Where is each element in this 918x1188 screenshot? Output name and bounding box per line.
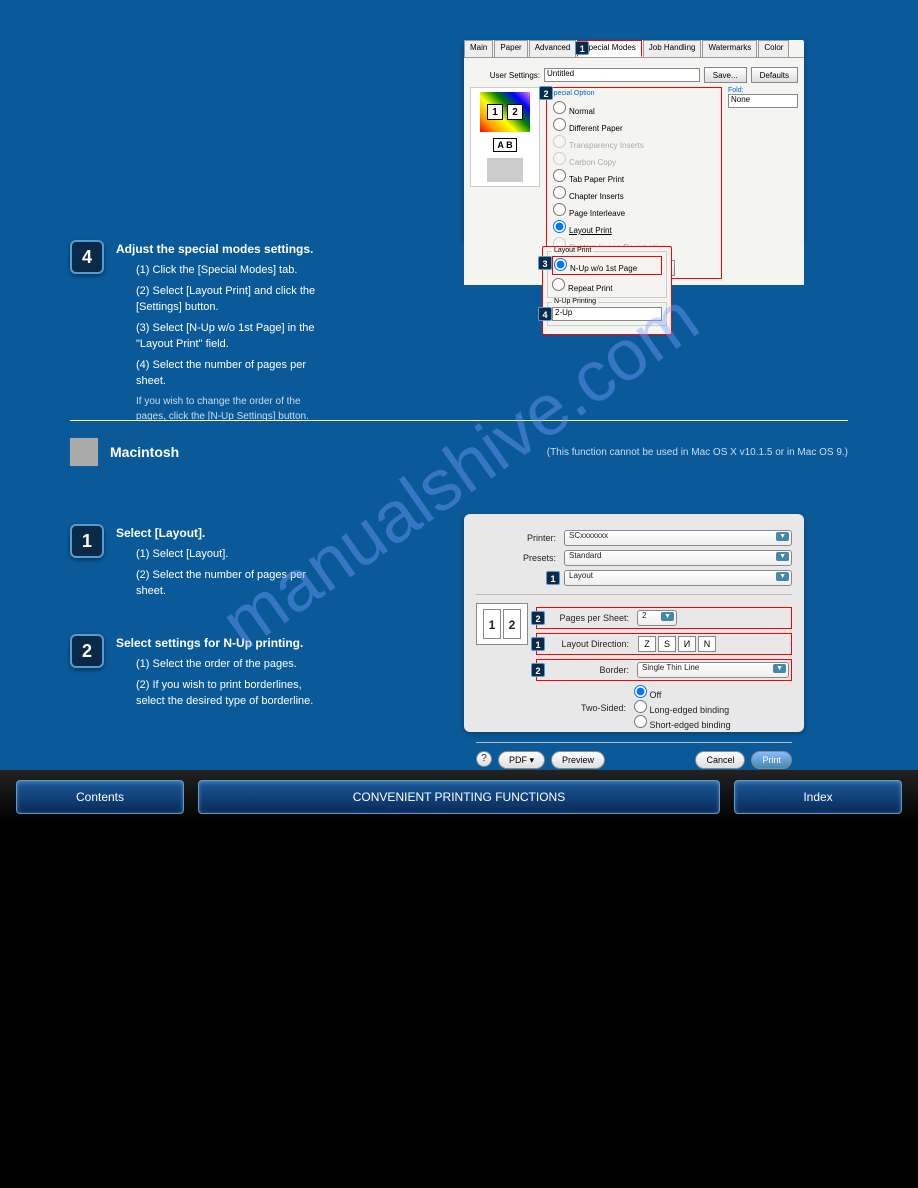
win-tab-paper[interactable]: Paper bbox=[494, 40, 527, 57]
mac-step1-sub1: (1) Select [Layout]. bbox=[136, 546, 330, 563]
mac-dir-3[interactable]: И bbox=[678, 636, 696, 652]
step4-hint: If you wish to change the order of the p… bbox=[136, 394, 330, 424]
radio-carbon: Carbon Copy bbox=[553, 152, 715, 167]
mac-dir-4[interactable]: N bbox=[698, 636, 716, 652]
win-tab-job[interactable]: Job Handling bbox=[643, 40, 702, 57]
mac-dir-2[interactable]: S bbox=[658, 636, 676, 652]
step-badge-1: 1 bbox=[70, 524, 104, 558]
mac-preview-icon: 1 2 bbox=[476, 603, 528, 645]
mac-border-select[interactable]: Single Thin Line bbox=[637, 662, 789, 678]
radio-chapter[interactable]: Chapter Inserts bbox=[553, 186, 715, 201]
mac-print-button[interactable]: Print bbox=[751, 751, 792, 769]
mac-pdf-button[interactable]: PDF ▾ bbox=[498, 751, 545, 769]
fold-select[interactable]: None bbox=[728, 94, 798, 108]
radio-transparency: Transparency Inserts bbox=[553, 135, 715, 150]
mac-section-icon bbox=[70, 438, 98, 466]
user-settings-label: User Settings: bbox=[470, 71, 540, 80]
preview-12-icon: 1 2 bbox=[480, 92, 530, 132]
mac-printer-label: Printer: bbox=[476, 533, 556, 543]
radio-tab[interactable]: Tab Paper Print bbox=[553, 169, 715, 184]
mac-step2-sub2: (2) If you wish to print borderlines, se… bbox=[136, 677, 330, 710]
mac-radio-off[interactable]: Off bbox=[634, 690, 661, 700]
mac-step1-sub2: (2) Select the number of pages per sheet… bbox=[136, 567, 330, 600]
radio-layout[interactable]: Layout Print bbox=[553, 220, 715, 235]
mac-border-label: Border: bbox=[539, 665, 629, 675]
defaults-button[interactable]: Defaults bbox=[751, 67, 798, 83]
radio-repeat[interactable]: Repeat Print bbox=[552, 278, 662, 293]
mac-step2-sub1: (1) Select the order of the pages. bbox=[136, 656, 330, 673]
mac-heading: Macintosh bbox=[110, 444, 179, 460]
radio-nup-wo-1st[interactable]: N-Up w/o 1st Page bbox=[552, 256, 662, 275]
mac-preview-button[interactable]: Preview bbox=[551, 751, 605, 769]
mac-dialog-screenshot: Printer: SCxxxxxxx Presets: Standard 1 L… bbox=[464, 514, 804, 732]
mac-cancel-button[interactable]: Cancel bbox=[695, 751, 745, 769]
nup-select[interactable]: 2-Up bbox=[552, 307, 662, 321]
mac-printer-select[interactable]: SCxxxxxxx bbox=[564, 530, 792, 546]
mac-twosided-label: Two-Sided: bbox=[536, 703, 626, 713]
mac-dir-1[interactable]: Z bbox=[638, 636, 656, 652]
mac-radio-long[interactable]: Long-edged binding bbox=[634, 705, 729, 715]
step4-sub1: (1) Click the [Special Modes] tab. bbox=[136, 262, 330, 279]
mac-pages-label: Pages per Sheet: bbox=[539, 613, 629, 623]
win-tab-wm[interactable]: Watermarks bbox=[702, 40, 757, 57]
step4-sub3: (3) Select [N-Up w/o 1st Page] in the "L… bbox=[136, 320, 330, 353]
footer: Contents CONVENIENT PRINTING FUNCTIONS I… bbox=[0, 770, 918, 824]
step-badge-4: 4 bbox=[70, 240, 104, 274]
mac-step1-title: Select [Layout]. bbox=[116, 524, 330, 542]
win-preview-panel: 1 2 A B bbox=[470, 87, 540, 187]
preview-ab-label: A B bbox=[493, 138, 516, 152]
section-divider bbox=[70, 420, 848, 421]
step4-sub4: (4) Select the number of pages per sheet… bbox=[136, 357, 330, 390]
radio-interleave[interactable]: Page Interleave bbox=[553, 203, 715, 218]
step-badge-2: 2 bbox=[70, 634, 104, 668]
step4-sub2: (2) Select [Layout Print] and click the … bbox=[136, 283, 330, 316]
mac-presets-label: Presets: bbox=[476, 553, 556, 563]
mac-note: (This function cannot be used in Mac OS … bbox=[547, 447, 848, 458]
footer-contents-button[interactable]: Contents bbox=[16, 780, 184, 814]
mac-step2-title: Select settings for N-Up printing. bbox=[116, 634, 330, 652]
footer-middle-button[interactable]: CONVENIENT PRINTING FUNCTIONS bbox=[198, 780, 720, 814]
fold-legend: Fold: bbox=[728, 87, 798, 94]
mac-section-select[interactable]: Layout bbox=[564, 570, 792, 586]
radio-normal[interactable]: Normal bbox=[553, 101, 715, 116]
layout-print-legend: Layout Print bbox=[552, 247, 593, 254]
special-option-legend: Special Option bbox=[549, 90, 719, 97]
mac-direction-label: Layout Direction: bbox=[539, 639, 629, 649]
mac-radio-short[interactable]: Short-edged binding bbox=[634, 720, 731, 730]
user-settings-select[interactable]: Untitled bbox=[544, 68, 700, 82]
win-tabs: Main Paper Advanced 1 Special Modes Job … bbox=[464, 40, 804, 58]
footer-index-button[interactable]: Index bbox=[734, 780, 902, 814]
mac-help-button[interactable]: ? bbox=[476, 751, 492, 767]
mac-pages-select[interactable]: 2 bbox=[637, 610, 677, 626]
win-tab-adv[interactable]: Advanced bbox=[529, 40, 577, 57]
radio-different[interactable]: Different Paper bbox=[553, 118, 715, 133]
layout-print-popup: 3 Layout Print N-Up w/o 1st Page Repeat … bbox=[542, 246, 672, 335]
printer-icon bbox=[487, 158, 523, 182]
win-tab-color[interactable]: Color bbox=[758, 40, 789, 57]
step4-title: Adjust the special modes settings. bbox=[116, 240, 330, 258]
mac-presets-select[interactable]: Standard bbox=[564, 550, 792, 566]
windows-dialog-screenshot: Main Paper Advanced 1 Special Modes Job … bbox=[464, 40, 804, 240]
nup-printing-legend: N-Up Printing bbox=[552, 298, 598, 305]
win-tab-main[interactable]: Main bbox=[464, 40, 493, 57]
save-button[interactable]: Save... bbox=[704, 67, 747, 83]
